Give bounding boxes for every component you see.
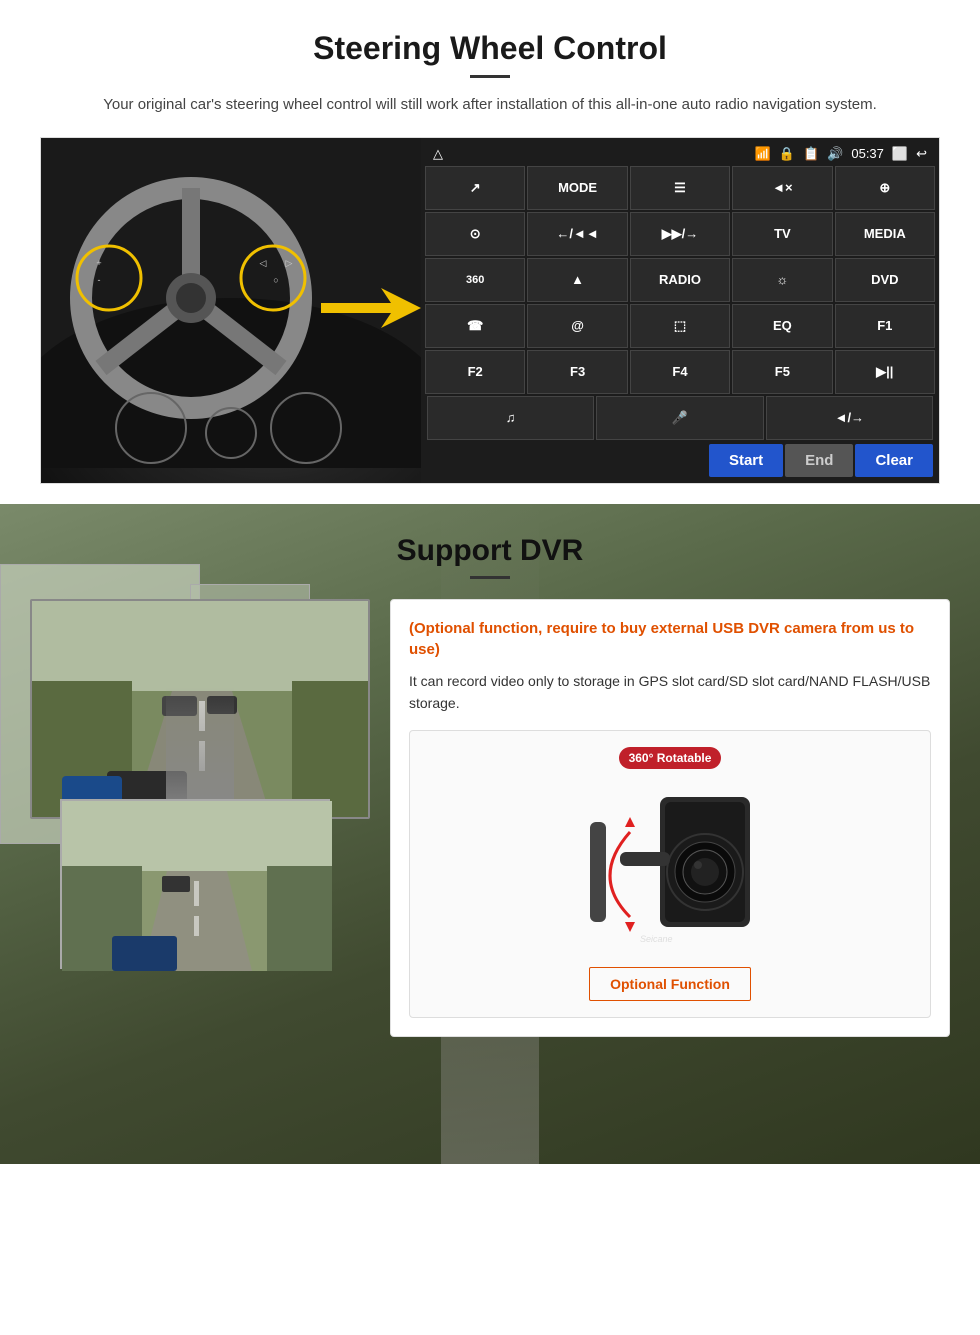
btn-mic[interactable]: 🎤 xyxy=(596,396,763,440)
steering-wheel-image: + - ◁ ○ ▷ xyxy=(41,138,421,483)
btn-media[interactable]: MEDIA xyxy=(835,212,935,256)
volume-icon: 🔊 xyxy=(827,146,843,162)
status-icons: △ xyxy=(433,146,443,162)
btn-mode[interactable]: MODE xyxy=(527,166,627,210)
dvr-section: Support DVR xyxy=(0,504,980,1164)
optional-function-label: Optional Function xyxy=(589,967,751,1001)
steering-background: + - ◁ ○ ▷ xyxy=(41,138,421,483)
dvr-camera-box: 360° Rotatable xyxy=(409,730,931,1018)
btn-vol-control[interactable]: ◄/→ xyxy=(766,396,933,440)
steering-description: Your original car's steering wheel contr… xyxy=(100,94,880,117)
btn-navigate[interactable]: ↗ xyxy=(425,166,525,210)
btn-play-pause[interactable]: ▶|| xyxy=(835,350,935,394)
btn-internet[interactable]: @ xyxy=(527,304,627,348)
btn-next[interactable]: ▶▶/→ xyxy=(630,212,730,256)
svg-text:Seicane: Seicane xyxy=(640,934,673,944)
dvr-camera-visual: Seicane xyxy=(560,777,780,957)
window-icon: ⬜ xyxy=(892,146,908,162)
btn-screen[interactable]: ⬚ xyxy=(630,304,730,348)
dvr-thumb-svg xyxy=(62,801,332,971)
start-button[interactable]: Start xyxy=(709,444,783,477)
btn-settings[interactable]: ⊙ xyxy=(425,212,525,256)
dvr-optional-note: (Optional function, require to buy exter… xyxy=(409,618,931,660)
dvr-thumb-view xyxy=(60,799,330,969)
panel-actions: Start End Clear xyxy=(425,440,935,479)
btn-prev[interactable]: ←/◄◄ xyxy=(527,212,627,256)
dvr-left-panel: Seicane xyxy=(30,599,370,969)
steering-section: Steering Wheel Control Your original car… xyxy=(0,0,980,504)
rotation-badge: 360° Rotatable xyxy=(619,747,722,769)
svg-text:▷: ▷ xyxy=(286,258,293,268)
status-right-icons: 📶 🔒 📋 🔊 05:37 ⬜ ↩ xyxy=(755,146,927,162)
panel-partial-row: ♫ 🎤 ◄/→ xyxy=(425,394,935,440)
btn-radio[interactable]: RADIO xyxy=(630,258,730,302)
btn-f1[interactable]: F1 xyxy=(835,304,935,348)
btn-dvd[interactable]: DVD xyxy=(835,258,935,302)
status-bar: △ 📶 🔒 📋 🔊 05:37 ⬜ ↩ xyxy=(425,142,935,166)
camera-svg: Seicane xyxy=(560,777,780,947)
btn-360[interactable]: 360 xyxy=(425,258,525,302)
btn-mute[interactable]: ◄× xyxy=(732,166,832,210)
steering-main-container: + - ◁ ○ ▷ △ xyxy=(40,137,940,484)
btn-phone[interactable]: ☎ xyxy=(425,304,525,348)
dvr-content: Support DVR xyxy=(0,504,980,1068)
dvr-main-row: Seicane xyxy=(30,599,950,1038)
btn-eject[interactable]: ▲ xyxy=(527,258,627,302)
svg-text:-: - xyxy=(98,275,101,285)
btn-eq[interactable]: EQ xyxy=(732,304,832,348)
steering-wheel-svg: + - ◁ ○ ▷ xyxy=(41,138,421,468)
dvr-description: It can record video only to storage in G… xyxy=(409,670,931,715)
clock: 05:37 xyxy=(851,146,884,161)
back-icon: ↩ xyxy=(916,146,927,162)
sim-icon: 📋 xyxy=(803,146,819,162)
dvr-info-card: (Optional function, require to buy exter… xyxy=(390,599,950,1038)
btn-f4[interactable]: F4 xyxy=(630,350,730,394)
dvr-title: Support DVR xyxy=(30,534,950,568)
home-icon: △ xyxy=(433,146,443,162)
dvr-main-cam-view: Seicane xyxy=(30,599,370,819)
title-divider xyxy=(470,75,510,78)
end-button[interactable]: End xyxy=(785,444,853,477)
control-panel: △ 📶 🔒 📋 🔊 05:37 ⬜ ↩ ↗ MODE ☰ ◄× xyxy=(421,138,939,483)
svg-text:○: ○ xyxy=(273,275,278,285)
btn-tv[interactable]: TV xyxy=(732,212,832,256)
btn-f3[interactable]: F3 xyxy=(527,350,627,394)
lock-icon: 🔒 xyxy=(779,146,795,162)
panel-button-grid: ↗ MODE ☰ ◄× ⊕ ⊙ ←/◄◄ ▶▶/→ TV MEDIA 360 ▲… xyxy=(425,166,935,394)
btn-menu[interactable]: ☰ xyxy=(630,166,730,210)
btn-apps[interactable]: ⊕ xyxy=(835,166,935,210)
steering-title: Steering Wheel Control xyxy=(40,30,940,67)
btn-music[interactable]: ♫ xyxy=(427,396,594,440)
btn-f5[interactable]: F5 xyxy=(732,350,832,394)
btn-f2[interactable]: F2 xyxy=(425,350,525,394)
road-cam-svg: Seicane xyxy=(32,601,370,819)
dvr-divider xyxy=(470,576,510,579)
svg-text:◁: ◁ xyxy=(260,258,267,268)
clear-button[interactable]: Clear xyxy=(855,444,933,477)
svg-text:+: + xyxy=(96,258,101,268)
wifi-icon: 📶 xyxy=(755,146,771,162)
btn-brightness[interactable]: ☼ xyxy=(732,258,832,302)
